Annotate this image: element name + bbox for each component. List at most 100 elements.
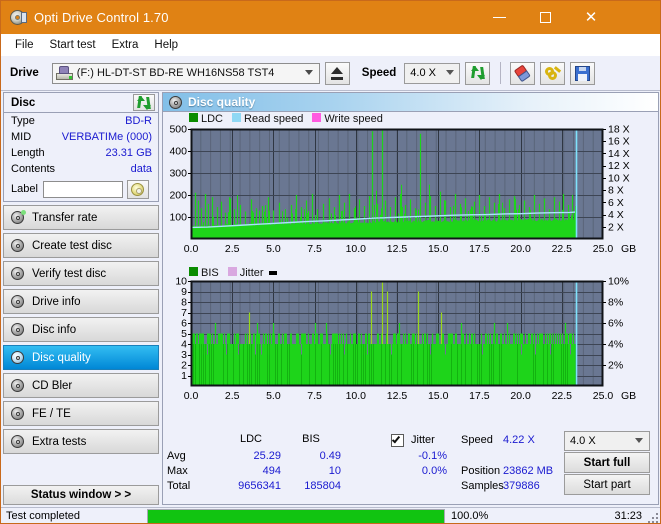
legend-marker-black (268, 271, 277, 275)
maximize-button[interactable] (522, 1, 568, 34)
menu-bar: File Start test Extra Help (1, 34, 660, 56)
disc-box-title: Disc (11, 96, 36, 109)
disc-row-mid: MID VERBATIMe (000) (4, 129, 158, 145)
start-part-button[interactable]: Start part (564, 474, 650, 495)
legend-entry-ldc: LDC (189, 113, 223, 125)
legend-label: LDC (201, 113, 224, 125)
key-button[interactable] (540, 61, 566, 85)
sidebar-item-create-test-disc[interactable]: Create test disc (3, 233, 159, 258)
stats-max-ldc: 494 (262, 465, 281, 477)
sidebar-item-transfer-rate[interactable]: Transfer rate (3, 205, 159, 230)
stats-col-ldc: LDC (239, 433, 262, 445)
svg-text:18 X: 18 X (608, 124, 630, 136)
stats-row-max-label: Max (167, 465, 188, 477)
menu-start-test[interactable]: Start test (42, 37, 104, 53)
create-test-disc-icon (10, 238, 26, 254)
sidebar-item-fe-te[interactable]: FE / TE (3, 401, 159, 426)
stats-col-bis: BIS (302, 433, 320, 445)
speed-stat-label: Speed (461, 434, 493, 446)
disc-row-contents: Contents data (4, 161, 158, 177)
menu-extra[interactable]: Extra (104, 37, 147, 53)
refresh-drive-button[interactable] (465, 61, 491, 85)
drive-select[interactable]: (F:) HL-DT-ST BD-RE WH16NS58 TST4 (51, 62, 320, 84)
close-button[interactable]: ✕ (568, 1, 614, 34)
panel-header: Disc quality (163, 93, 658, 112)
page-title: Disc quality (188, 95, 256, 109)
key-icon (544, 65, 561, 81)
bis-chart[interactable]: BIS Jitter 1 2 3 4 5 6 7 8 9 10 2% 4% 6% 8% 10% 0.0 2.5 5… (163, 266, 658, 409)
sidebar-item-verify-test-disc[interactable]: Verify test disc (3, 261, 159, 286)
drive-toolbar: Drive (F:) HL-DT-ST BD-RE WH16NS58 TST4 … (1, 56, 660, 91)
stats-row-total-label: Total (167, 480, 191, 492)
stats-total-bis: 185804 (304, 480, 341, 492)
minimize-button[interactable] (476, 1, 522, 34)
disc-label-label: Label (11, 183, 38, 195)
svg-text:20.0: 20.0 (510, 243, 531, 255)
disc-type-value: BD-R (125, 115, 152, 127)
window-title: Opti Drive Control 1.70 (34, 10, 169, 25)
svg-text:20.0: 20.0 (510, 390, 531, 402)
disc-mid-value: VERBATIMe (000) (61, 131, 152, 143)
legend-swatch-write-speed (312, 113, 322, 122)
svg-text:12.5: 12.5 (387, 390, 408, 402)
menu-help[interactable]: Help (146, 37, 186, 53)
eject-button[interactable] (324, 61, 350, 85)
sidebar-item-extra-tests[interactable]: Extra tests (3, 429, 159, 454)
svg-text:2.5: 2.5 (225, 243, 240, 255)
refresh-disc-button[interactable] (133, 94, 155, 111)
toolbar-separator (500, 62, 502, 84)
svg-text:17.5: 17.5 (469, 390, 490, 402)
drive-info-icon (10, 294, 26, 310)
test-speed-select[interactable]: 4.0 X (564, 431, 650, 451)
status-window-button[interactable]: Status window > > (3, 485, 159, 505)
ldc-chart-legend: LDC Read speed Write speed (189, 113, 392, 125)
cd-bler-icon (10, 378, 26, 394)
svg-text:16 X: 16 X (608, 136, 630, 148)
statistics-panel: LDC BIS Jitter Avg 25.29 0.49 -0.1% Max … (163, 430, 658, 495)
legend-label: BIS (201, 267, 219, 279)
start-full-button[interactable]: Start full (564, 452, 650, 473)
svg-text:22.5: 22.5 (552, 243, 573, 255)
disc-type-label: Type (11, 115, 35, 127)
disc-mid-label: MID (11, 131, 32, 143)
chevron-down-icon (304, 69, 313, 75)
legend-label: Write speed (324, 113, 383, 125)
resize-grip[interactable] (647, 512, 658, 523)
sidebar-item-label: FE / TE (32, 407, 71, 420)
svg-text:12.5: 12.5 (387, 243, 408, 255)
legend-entry-bis: BIS (189, 267, 219, 279)
legend-entry-write-speed: Write speed (312, 113, 383, 125)
sidebar-item-disc-quality[interactable]: Disc quality (3, 345, 159, 370)
stats-avg-jitter: -0.1% (418, 450, 447, 462)
app-disc-icon (9, 9, 27, 27)
jitter-checkbox[interactable] (391, 434, 404, 447)
read-disc-label-button[interactable] (126, 179, 149, 199)
ldc-chart[interactable]: LDC Read speed Write speed 100 200 300 400 5… (163, 113, 658, 266)
speed-select[interactable]: 4.0 X (404, 62, 461, 84)
jitter-label: Jitter (411, 434, 435, 446)
svg-text:10: 10 (175, 276, 187, 288)
save-button[interactable] (570, 61, 596, 85)
disc-row-type: Type BD-R (4, 113, 158, 129)
legend-entry-jitter: Jitter (227, 267, 264, 279)
svg-text:7.5: 7.5 (307, 243, 322, 255)
svg-text:10%: 10% (608, 276, 629, 288)
close-icon: ✕ (584, 8, 598, 26)
erase-button[interactable] (510, 61, 536, 85)
disc-label-input[interactable] (42, 180, 123, 198)
menu-file[interactable]: File (7, 37, 42, 53)
svg-text:7: 7 (181, 307, 187, 319)
sidebar-item-disc-info[interactable]: Disc info (3, 317, 159, 342)
svg-text:10.0: 10.0 (346, 390, 367, 402)
sidebar-item-drive-info[interactable]: Drive info (3, 289, 159, 314)
sidebar-item-cd-bler[interactable]: CD Bler (3, 373, 159, 398)
sidebar-item-label: Drive info (32, 295, 81, 308)
disc-info-box: Disc Type BD-R MID VERBATIMe (000) Lengt… (3, 92, 159, 202)
svg-text:5: 5 (181, 328, 187, 340)
legend-label: Read speed (244, 113, 304, 125)
svg-text:6 X: 6 X (608, 197, 624, 209)
save-icon (575, 65, 591, 81)
disc-row-length: Length 23.31 GB (4, 145, 158, 161)
verify-test-disc-icon (10, 266, 26, 282)
svg-text:15.0: 15.0 (428, 243, 449, 255)
